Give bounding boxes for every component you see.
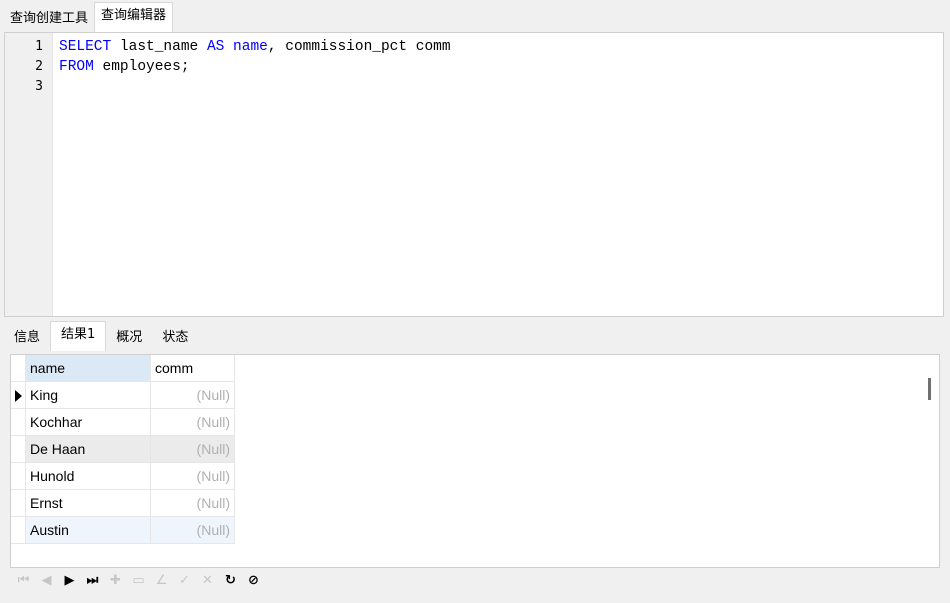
cell-name[interactable]: De Haan (26, 436, 151, 463)
line-number: 1 (35, 39, 43, 54)
row-indicator[interactable] (11, 409, 26, 436)
line-number-gutter: 1 2 3 (5, 33, 53, 316)
tab-status[interactable]: 状态 (152, 325, 198, 351)
cell-comm[interactable]: (Null) (151, 436, 235, 463)
table-row[interactable]: De Haan (Null) (11, 436, 235, 463)
stop-icon[interactable]: ⊘ (242, 570, 265, 592)
vertical-scrollbar-thumb[interactable] (928, 378, 931, 400)
row-indicator (11, 355, 26, 382)
row-indicator[interactable] (11, 382, 26, 409)
edit-record-icon[interactable]: ∠ (150, 570, 173, 592)
cell-comm[interactable]: (Null) (151, 463, 235, 490)
cell-name[interactable]: Austin (26, 517, 151, 544)
row-indicator[interactable] (11, 436, 26, 463)
result-grid[interactable]: name comm King (Null) Kochhar (Null) De … (10, 354, 940, 568)
cell-comm[interactable]: (Null) (151, 490, 235, 517)
top-tab-bar: 查询创建工具 查询编辑器 (4, 2, 174, 32)
code-text: last_name (111, 39, 207, 55)
column-header-name[interactable]: name (26, 355, 151, 382)
sql-editor[interactable]: 1 2 3 SELECT last_name AS name, commissi… (4, 32, 944, 317)
column-header-comm[interactable]: comm (151, 355, 235, 382)
discard-record-icon[interactable]: ✕ (196, 570, 219, 592)
code-text: , commission_pct comm (267, 39, 451, 55)
add-record-icon[interactable]: ✚ (104, 570, 127, 592)
grid-header-row: name comm (11, 355, 235, 382)
tab-query-builder[interactable]: 查询创建工具 (4, 6, 94, 32)
apply-record-icon[interactable]: ✓ (173, 570, 196, 592)
line-number: 3 (35, 79, 43, 94)
record-nav-toolbar: ⏮ ◀ ▶ ⏭ ✚ ▭ ∠ ✓ ✕ ↻ ⊘ (12, 570, 265, 592)
table-row[interactable]: Hunold (Null) (11, 463, 235, 490)
keyword-select: SELECT (59, 39, 112, 55)
cell-comm[interactable]: (Null) (151, 409, 235, 436)
prev-record-icon[interactable]: ◀ (35, 570, 58, 592)
code-line-1: SELECT last_name AS name, commission_pct… (59, 37, 451, 57)
row-indicator[interactable] (11, 463, 26, 490)
cell-name[interactable]: Ernst (26, 490, 151, 517)
next-record-icon[interactable]: ▶ (58, 570, 81, 592)
keyword-as: AS (206, 39, 225, 55)
table-row[interactable]: Kochhar (Null) (11, 409, 235, 436)
cell-comm[interactable]: (Null) (151, 382, 235, 409)
keyword-name: name (233, 39, 268, 55)
refresh-icon[interactable]: ↻ (219, 570, 242, 592)
tab-result-1[interactable]: 结果1 (50, 321, 107, 351)
cell-name[interactable]: Kochhar (26, 409, 151, 436)
result-tab-bar: 信息 结果1 概况 状态 (4, 321, 198, 351)
keyword-from: FROM (59, 59, 94, 75)
line-number: 2 (35, 59, 43, 74)
code-line-2: FROM employees; (59, 57, 190, 77)
tab-profile[interactable]: 概况 (106, 325, 152, 351)
current-row-arrow-icon (15, 390, 22, 402)
tab-info[interactable]: 信息 (4, 325, 50, 351)
code-text: employees; (93, 59, 190, 75)
cell-comm[interactable]: (Null) (151, 517, 235, 544)
row-indicator[interactable] (11, 517, 26, 544)
table-row[interactable]: Austin (Null) (11, 517, 235, 544)
table-row[interactable]: Ernst (Null) (11, 490, 235, 517)
last-record-icon[interactable]: ⏭ (81, 570, 104, 592)
delete-record-icon[interactable]: ▭ (127, 570, 150, 592)
table-row[interactable]: King (Null) (11, 382, 235, 409)
cell-name[interactable]: Hunold (26, 463, 151, 490)
row-indicator[interactable] (11, 490, 26, 517)
query-window: 查询创建工具 查询编辑器 1 2 3 SELECT last_name AS n… (0, 0, 950, 603)
first-record-icon[interactable]: ⏮ (12, 570, 35, 592)
tab-query-editor[interactable]: 查询编辑器 (94, 2, 174, 32)
cell-name[interactable]: King (26, 382, 151, 409)
